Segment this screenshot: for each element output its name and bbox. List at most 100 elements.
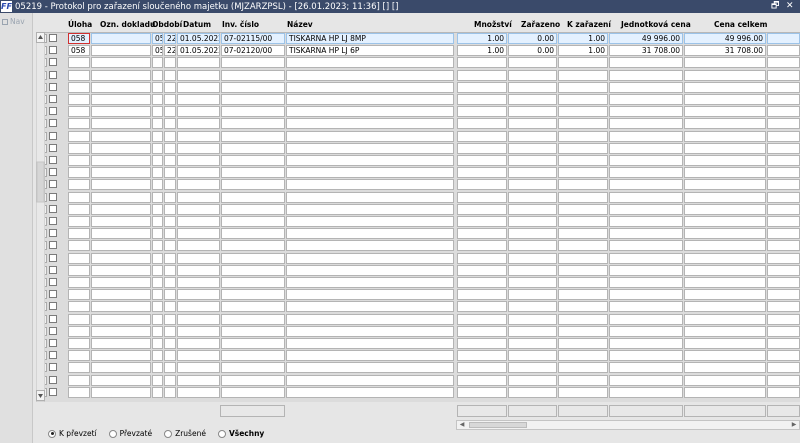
cell-uloha[interactable] (68, 57, 90, 69)
col-header-k-zarazeni[interactable]: K zařazení (567, 20, 611, 29)
cell-mnozstvi[interactable] (457, 179, 507, 191)
nav-button[interactable]: Nav (2, 17, 25, 26)
cell-extra[interactable] (767, 118, 800, 130)
cell-mnozstvi[interactable] (457, 203, 507, 215)
cell-o1[interactable] (152, 203, 163, 215)
cell-inv[interactable] (221, 374, 285, 386)
row-checkbox[interactable] (49, 131, 57, 140)
table-row[interactable] (36, 240, 800, 252)
cell-uloha[interactable] (68, 94, 90, 105)
cell-extra[interactable] (767, 191, 800, 203)
cell-celkem[interactable] (684, 203, 766, 215)
cell-o1[interactable] (152, 386, 163, 398)
cell-nazev[interactable] (286, 191, 454, 203)
cell-zarazeno[interactable] (508, 301, 557, 313)
cell-uloha[interactable] (68, 325, 90, 337)
cell-datum[interactable] (177, 264, 220, 276)
cell-celkem[interactable]: 49 996.00 (684, 33, 766, 44)
col-header-zarazeno[interactable]: Zařazeno (521, 20, 560, 29)
cell-zarazeno[interactable] (508, 264, 557, 276)
cell-ozn[interactable] (91, 167, 151, 179)
cell-uloha[interactable] (68, 374, 90, 386)
cell-nazev[interactable] (286, 301, 454, 313)
cell-mnozstvi[interactable] (457, 118, 507, 130)
cell-datum[interactable] (177, 179, 220, 191)
cell-extra[interactable] (767, 179, 800, 191)
cell-zarazeno[interactable] (508, 130, 557, 142)
cell-extra[interactable] (767, 81, 800, 93)
cell-mnozstvi[interactable] (457, 277, 507, 288)
cell-celkem[interactable] (684, 240, 766, 252)
cell-uloha[interactable] (68, 118, 90, 130)
cell-jedn[interactable] (609, 252, 683, 264)
cell-inv[interactable] (221, 338, 285, 349)
cell-zarazeno[interactable] (508, 362, 557, 374)
cell-o1[interactable] (152, 57, 163, 69)
cell-kzarazeni[interactable] (558, 350, 608, 362)
row-checkbox[interactable] (49, 351, 57, 360)
table-row[interactable] (36, 325, 800, 338)
cell-kzarazeni[interactable] (558, 252, 608, 264)
cell-extra[interactable] (767, 69, 800, 81)
cell-jedn[interactable] (609, 350, 683, 362)
cell-uloha[interactable]: 058 (68, 45, 90, 57)
cell-celkem[interactable] (684, 155, 766, 166)
cell-mnozstvi[interactable] (457, 94, 507, 105)
cell-inv[interactable] (221, 142, 285, 154)
table-row[interactable] (36, 81, 800, 94)
cell-datum[interactable]: 01.05.2022 (177, 45, 220, 57)
cell-extra[interactable] (767, 203, 800, 215)
table-row[interactable] (36, 155, 800, 167)
cell-celkem[interactable] (684, 130, 766, 142)
cell-o2[interactable] (164, 216, 176, 227)
cell-datum[interactable] (177, 313, 220, 325)
cell-mnozstvi[interactable] (457, 240, 507, 252)
cell-o1[interactable] (152, 106, 163, 118)
cell-kzarazeni[interactable] (558, 338, 608, 349)
cell-inv[interactable] (221, 118, 285, 130)
cell-jedn[interactable] (609, 240, 683, 252)
table-row[interactable] (36, 118, 800, 130)
cell-o2[interactable] (164, 94, 176, 105)
cell-inv[interactable] (221, 228, 285, 240)
cell-extra[interactable] (767, 155, 800, 166)
cell-extra[interactable] (767, 264, 800, 276)
table-row[interactable] (36, 277, 800, 289)
cell-datum[interactable] (177, 252, 220, 264)
cell-zarazeno[interactable] (508, 155, 557, 166)
cell-o1[interactable] (152, 69, 163, 81)
cell-celkem[interactable] (684, 81, 766, 93)
cell-datum[interactable] (177, 94, 220, 105)
cell-o2[interactable] (164, 374, 176, 386)
table-row[interactable] (36, 203, 800, 216)
cell-o2[interactable] (164, 362, 176, 374)
table-row[interactable]: 058 052201.05.202207-02120/00TISKARNA HP … (36, 45, 800, 57)
cell-inv[interactable] (221, 362, 285, 374)
cell-zarazeno[interactable] (508, 216, 557, 227)
cell-kzarazeni[interactable] (558, 289, 608, 301)
cell-uloha[interactable]: 058 (68, 33, 90, 44)
cell-kzarazeni[interactable] (558, 313, 608, 325)
cell-o1[interactable] (152, 338, 163, 349)
row-checkbox[interactable] (49, 156, 57, 164)
radio-zrusene[interactable]: Zrušené (164, 429, 206, 438)
cell-datum[interactable] (177, 118, 220, 130)
cell-datum[interactable] (177, 155, 220, 166)
table-row[interactable] (36, 130, 800, 143)
cell-nazev[interactable] (286, 69, 454, 81)
cell-jedn[interactable] (609, 94, 683, 105)
cell-ozn[interactable] (91, 228, 151, 240)
cell-uloha[interactable] (68, 167, 90, 179)
hscroll-thumb[interactable] (469, 422, 527, 428)
cell-uloha[interactable] (68, 386, 90, 398)
cell-extra[interactable] (767, 216, 800, 227)
col-header-nazev[interactable]: Název (287, 20, 313, 29)
cell-ozn[interactable] (91, 81, 151, 93)
row-checkbox[interactable] (49, 119, 57, 128)
cell-mnozstvi[interactable] (457, 374, 507, 386)
cell-ozn[interactable] (91, 203, 151, 215)
cell-nazev[interactable] (286, 142, 454, 154)
cell-datum[interactable] (177, 338, 220, 349)
cell-datum[interactable] (177, 81, 220, 93)
cell-celkem[interactable] (684, 313, 766, 325)
